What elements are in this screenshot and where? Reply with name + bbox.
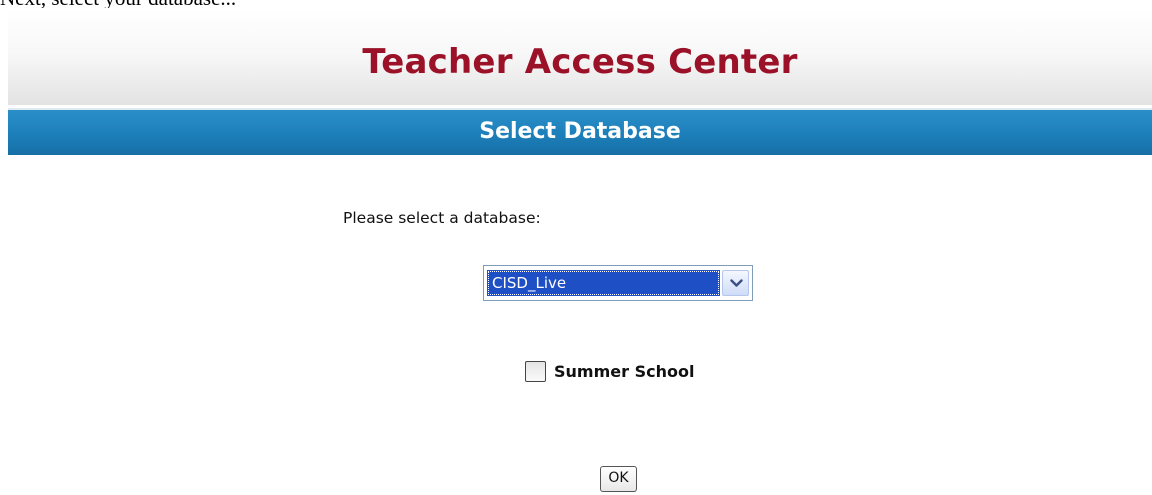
database-select-value[interactable]: CISD_Live (487, 270, 720, 296)
app-title: Teacher Access Center (362, 42, 798, 82)
database-prompt-label: Please select a database: (343, 209, 541, 227)
database-select[interactable]: CISD_Live (483, 265, 753, 301)
section-header-bar: Select Database (8, 108, 1152, 155)
chevron-down-icon (730, 279, 743, 287)
summer-school-checkbox[interactable] (525, 361, 546, 382)
section-title: Select Database (479, 119, 681, 144)
ok-button[interactable]: OK (600, 466, 637, 492)
page-header: Teacher Access Center (8, 8, 1152, 105)
dropdown-button[interactable] (722, 270, 749, 296)
summer-school-label[interactable]: Summer School (554, 362, 694, 382)
